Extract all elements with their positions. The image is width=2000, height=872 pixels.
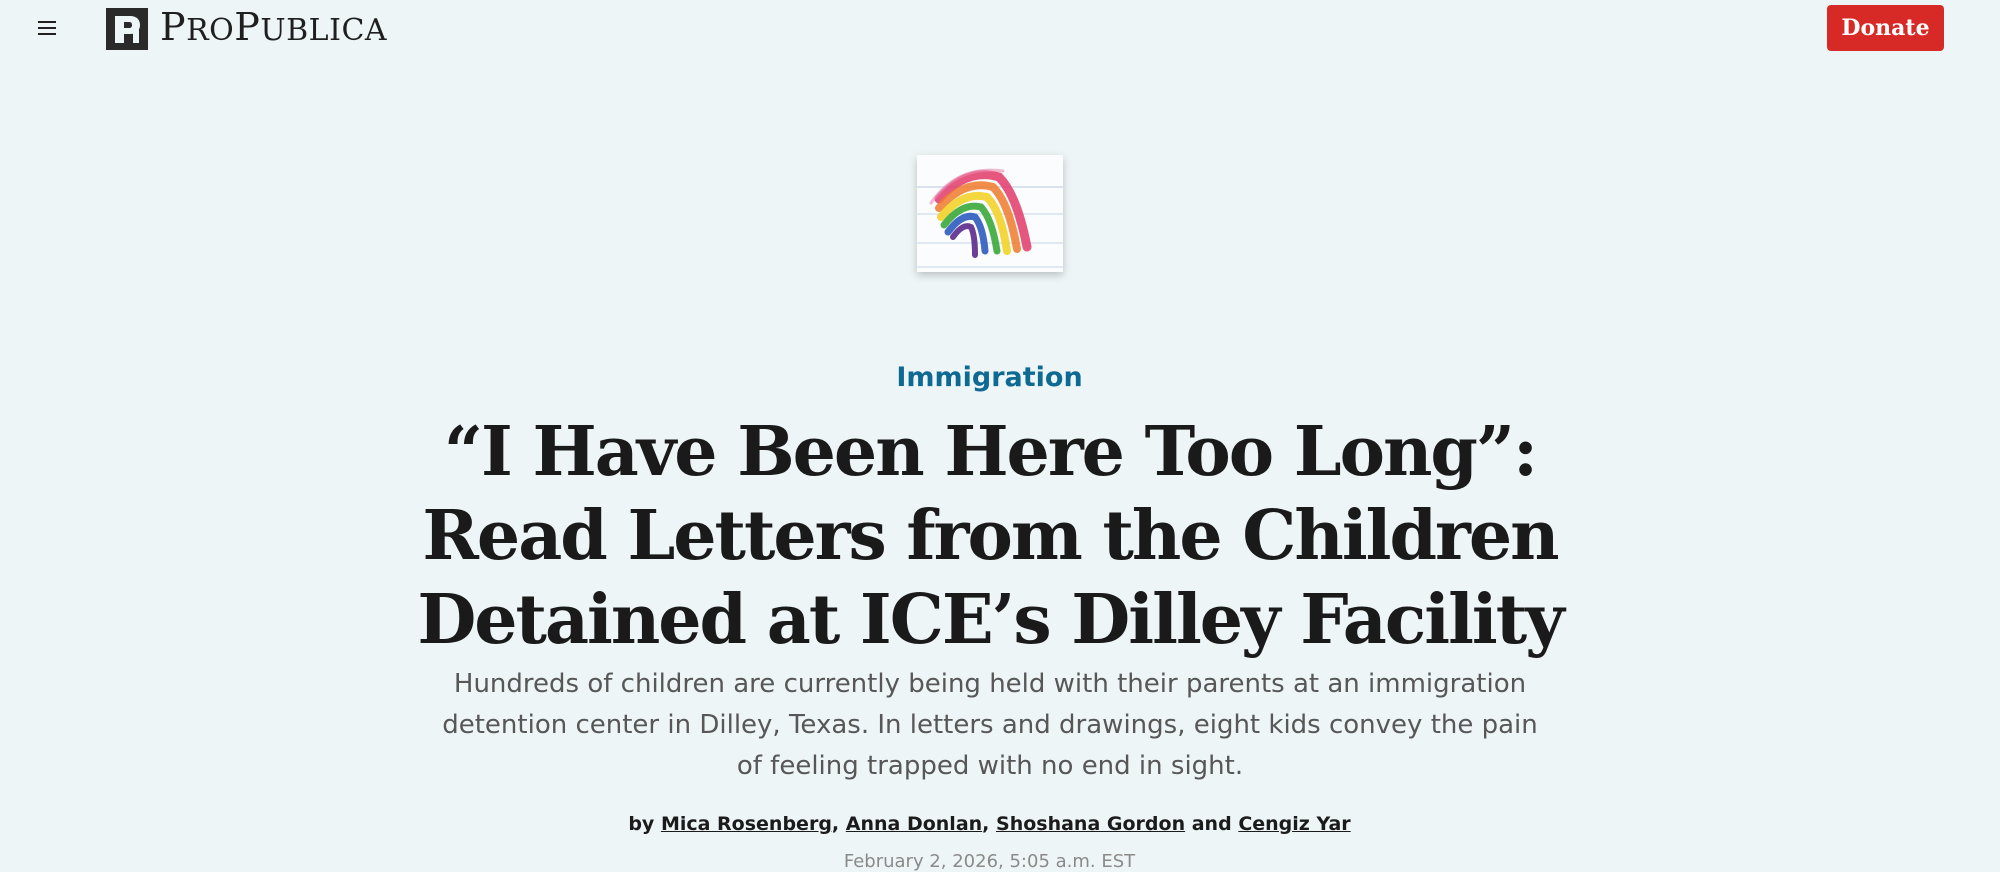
- menu-button[interactable]: [36, 18, 60, 38]
- author-link[interactable]: Shoshana Gordon: [996, 813, 1185, 835]
- byline-conjunction: and: [1191, 813, 1232, 835]
- rainbow-drawing-image: [917, 155, 1063, 272]
- author-link[interactable]: Anna Donlan: [846, 813, 982, 835]
- byline-prefix: by: [628, 813, 655, 835]
- site-logo[interactable]: PROPUBLICA: [106, 5, 388, 50]
- article-headline: “I Have Been Here Too Long”: Read Letter…: [417, 412, 1564, 660]
- logo-wordmark: PROPUBLICA: [160, 5, 388, 49]
- hamburger-menu-icon: [38, 21, 56, 23]
- byline: by Mica Rosenberg, Anna Donlan, Shoshana…: [0, 813, 1979, 835]
- byline-separator: ,: [982, 813, 990, 835]
- publish-date: February 2, 2026, 5:05 a.m. EST: [843, 851, 1136, 872]
- child-rainbow-drawing: [917, 155, 1063, 272]
- author-link[interactable]: Cengiz Yar: [1238, 813, 1350, 835]
- category-link[interactable]: Immigration: [0, 362, 1979, 393]
- donate-button[interactable]: Donate: [1827, 5, 1944, 51]
- byline-separator: ,: [831, 813, 840, 835]
- author-link[interactable]: Mica Rosenberg: [661, 813, 832, 835]
- propublica-pi-logo-icon: [106, 8, 148, 50]
- article-dek: Hundreds of children are currently being…: [442, 669, 1538, 781]
